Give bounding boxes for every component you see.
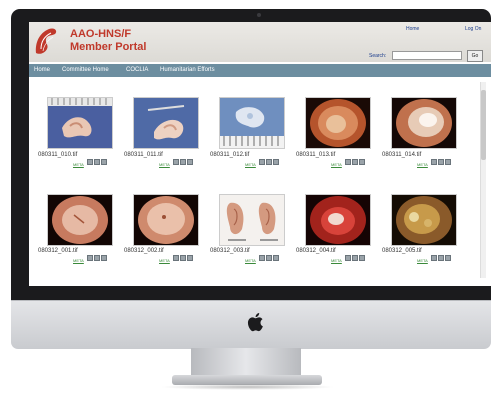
view-icon[interactable] xyxy=(87,159,93,165)
nav-committee-home[interactable]: Committee Home xyxy=(62,67,109,73)
download-icon[interactable] xyxy=(266,255,272,261)
file-action-icons[interactable] xyxy=(431,152,452,165)
thumbnail-080312-003[interactable] xyxy=(219,194,285,246)
thumbnail-080311-010[interactable] xyxy=(47,97,113,149)
home-link[interactable]: Home xyxy=(406,26,419,32)
meta-link[interactable]: META xyxy=(245,258,256,263)
view-icon[interactable] xyxy=(173,159,179,165)
search-input[interactable] xyxy=(392,51,462,60)
view-icon[interactable] xyxy=(173,255,179,261)
info-icon[interactable] xyxy=(359,255,365,261)
monitor-stand-neck xyxy=(191,348,301,378)
filename-label: 080312_002.tif xyxy=(124,248,164,254)
filename-label: 080312_001.tif xyxy=(38,248,78,254)
download-icon[interactable] xyxy=(266,159,272,165)
meta-link[interactable]: META xyxy=(331,162,342,167)
filename-label: 080311_010.tif xyxy=(38,152,78,158)
meta-link[interactable]: META xyxy=(159,162,170,167)
browser-screen: AAO-HNS/F Member Portal Home Log On Sear… xyxy=(29,22,491,286)
thumbnail-080312-001[interactable] xyxy=(47,194,113,246)
download-icon[interactable] xyxy=(438,159,444,165)
nav-home[interactable]: Home xyxy=(34,67,50,73)
scroll-thumb[interactable] xyxy=(481,90,486,160)
site-title-line1: AAO-HNS/F xyxy=(70,28,132,40)
meta-link[interactable]: META xyxy=(331,258,342,263)
site-title-line2: Member Portal xyxy=(70,41,147,53)
view-icon[interactable] xyxy=(345,159,351,165)
download-icon[interactable] xyxy=(438,255,444,261)
filename-label: 080312_005.tif xyxy=(382,248,422,254)
nav-bar: Home Committee Home COCLIA Humanitarian … xyxy=(29,64,491,77)
file-action-icons[interactable] xyxy=(87,248,108,261)
filename-label: 080312_004.tif xyxy=(296,248,336,254)
nav-humanitarian[interactable]: Humanitarian Efforts xyxy=(160,67,215,73)
scrollbar[interactable] xyxy=(480,82,486,278)
download-icon[interactable] xyxy=(180,255,186,261)
file-action-icons[interactable] xyxy=(259,248,280,261)
file-action-icons[interactable] xyxy=(259,152,280,165)
logon-link[interactable]: Log On xyxy=(465,26,481,32)
view-icon[interactable] xyxy=(431,159,437,165)
filename-label: 080311_013.tif xyxy=(296,152,336,158)
site-header: AAO-HNS/F Member Portal Home Log On Sear… xyxy=(29,22,491,62)
go-button[interactable]: Go xyxy=(467,50,483,62)
view-icon[interactable] xyxy=(259,255,265,261)
view-icon[interactable] xyxy=(431,255,437,261)
file-action-icons[interactable] xyxy=(173,248,194,261)
thumbnail-080312-004[interactable] xyxy=(305,194,371,246)
file-action-icons[interactable] xyxy=(173,152,194,165)
meta-link[interactable]: META xyxy=(73,162,84,167)
filename-label: 080311_014.tif xyxy=(382,152,422,158)
thumbnail-080311-013[interactable] xyxy=(305,97,371,149)
site-title: AAO-HNS/F Member Portal xyxy=(70,28,146,54)
info-icon[interactable] xyxy=(359,159,365,165)
thumbnail-080311-011[interactable] xyxy=(133,97,199,149)
download-icon[interactable] xyxy=(94,159,100,165)
info-icon[interactable] xyxy=(101,255,107,261)
view-icon[interactable] xyxy=(259,159,265,165)
filename-label: 080311_011.tif xyxy=(124,152,163,158)
camera-dot xyxy=(257,13,261,17)
download-icon[interactable] xyxy=(352,255,358,261)
search-label: Search: xyxy=(369,53,387,59)
file-action-icons[interactable] xyxy=(87,152,108,165)
file-action-icons[interactable] xyxy=(345,152,366,165)
info-icon[interactable] xyxy=(445,255,451,261)
view-icon[interactable] xyxy=(345,255,351,261)
view-icon[interactable] xyxy=(87,255,93,261)
nav-coclia[interactable]: COCLIA xyxy=(126,67,148,73)
thumbnail-080311-012[interactable] xyxy=(219,97,285,149)
info-icon[interactable] xyxy=(187,255,193,261)
info-icon[interactable] xyxy=(187,159,193,165)
thumbnail-080311-014[interactable] xyxy=(391,97,457,149)
download-icon[interactable] xyxy=(180,159,186,165)
thumbnail-080312-005[interactable] xyxy=(391,194,457,246)
info-icon[interactable] xyxy=(273,255,279,261)
filename-label: 080311_012.tif xyxy=(210,152,250,158)
filename-label: 080312_003.tif xyxy=(210,248,250,254)
download-icon[interactable] xyxy=(94,255,100,261)
meta-link[interactable]: META xyxy=(417,162,428,167)
apple-logo-icon xyxy=(247,313,263,332)
thumbnail-080312-002[interactable] xyxy=(133,194,199,246)
file-action-icons[interactable] xyxy=(345,248,366,261)
info-icon[interactable] xyxy=(273,159,279,165)
meta-link[interactable]: META xyxy=(73,258,84,263)
meta-link[interactable]: META xyxy=(245,162,256,167)
stand-shadow xyxy=(160,384,335,390)
info-icon[interactable] xyxy=(445,159,451,165)
info-icon[interactable] xyxy=(101,159,107,165)
file-action-icons[interactable] xyxy=(431,248,452,261)
meta-link[interactable]: META xyxy=(159,258,170,263)
logo-icon xyxy=(35,28,57,54)
meta-link[interactable]: META xyxy=(417,258,428,263)
download-icon[interactable] xyxy=(352,159,358,165)
